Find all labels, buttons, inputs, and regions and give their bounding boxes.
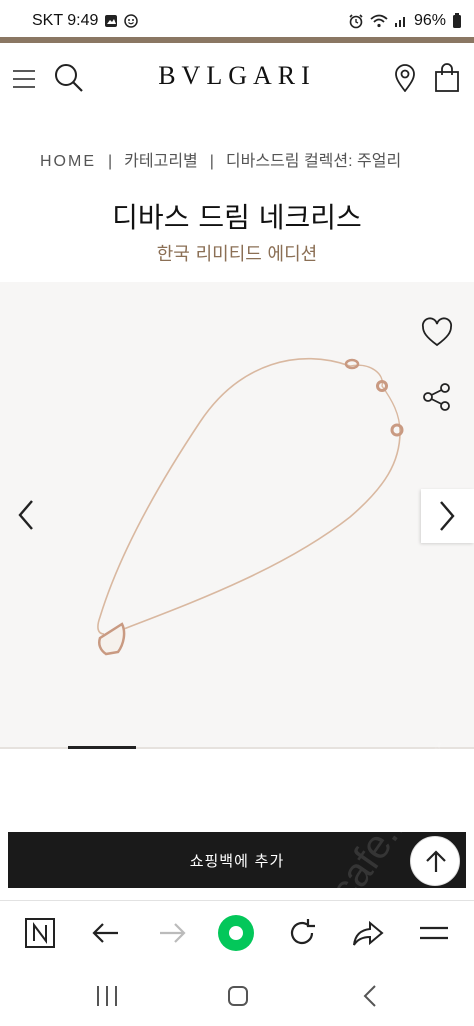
shopping-bag-icon[interactable] bbox=[434, 63, 460, 93]
status-left: SKT 9:49 bbox=[32, 12, 139, 30]
forward-share-icon[interactable] bbox=[350, 915, 386, 951]
battery-icon bbox=[453, 13, 461, 28]
gallery-icon bbox=[105, 15, 118, 27]
add-to-bag-button[interactable]: 쇼핑백에 추가 bbox=[8, 832, 466, 888]
recents-icon[interactable] bbox=[92, 982, 122, 1010]
wifi-icon bbox=[370, 14, 388, 28]
system-back-icon[interactable] bbox=[356, 982, 386, 1010]
status-right: 96% bbox=[348, 12, 462, 30]
heart-icon[interactable] bbox=[420, 316, 454, 350]
signal-icon bbox=[394, 17, 405, 27]
product-gallery[interactable] bbox=[0, 282, 474, 748]
browser-toolbar bbox=[0, 900, 474, 962]
alarm-icon bbox=[349, 14, 363, 29]
arrow-left-icon[interactable] bbox=[88, 915, 124, 951]
breadcrumb: HOME | 카테고리별 | 디바스드림 컬렉션: 주얼리 bbox=[40, 147, 401, 171]
necklace-image bbox=[97, 357, 404, 656]
product-subtitle: 한국 리미티드 에디션 bbox=[156, 244, 318, 265]
site-header: BVLGARI bbox=[0, 43, 474, 113]
home-circle-icon[interactable] bbox=[223, 982, 253, 1010]
system-nav-bar bbox=[0, 962, 474, 1026]
breadcrumb-separator: | bbox=[209, 153, 214, 170]
menu-lines-icon[interactable] bbox=[416, 915, 452, 951]
carrier-time: SKT 9:49 bbox=[32, 12, 99, 29]
chevron-right-icon bbox=[440, 501, 455, 531]
product-title: 디바스 드림 네크리스 bbox=[112, 201, 362, 234]
location-pin-icon[interactable] bbox=[394, 64, 416, 92]
share-icon[interactable] bbox=[420, 380, 454, 414]
status-bar: SKT 9:49 96% bbox=[0, 0, 474, 40]
chevron-left-icon[interactable] bbox=[10, 495, 44, 535]
arrow-right-icon[interactable] bbox=[154, 915, 190, 951]
breadcrumb-collection[interactable]: 디바스드림 컬렉션: 주얼리 bbox=[226, 153, 401, 170]
next-image-button[interactable] bbox=[421, 489, 474, 543]
emoji-icon bbox=[124, 14, 139, 28]
breadcrumb-home[interactable]: HOME bbox=[40, 153, 96, 170]
battery-level: 96% bbox=[413, 12, 446, 29]
gallery-progress-active bbox=[68, 746, 136, 749]
arrow-up-icon bbox=[426, 850, 446, 872]
breadcrumb-separator: | bbox=[108, 153, 113, 170]
reload-icon[interactable] bbox=[284, 915, 320, 951]
breadcrumb-category[interactable]: 카테고리별 bbox=[124, 153, 198, 170]
scroll-to-top-button[interactable] bbox=[410, 836, 460, 886]
add-to-bag-label: 쇼핑백에 추가 bbox=[189, 852, 285, 870]
naver-n-icon[interactable] bbox=[22, 915, 58, 951]
green-dot-icon[interactable] bbox=[216, 913, 256, 953]
